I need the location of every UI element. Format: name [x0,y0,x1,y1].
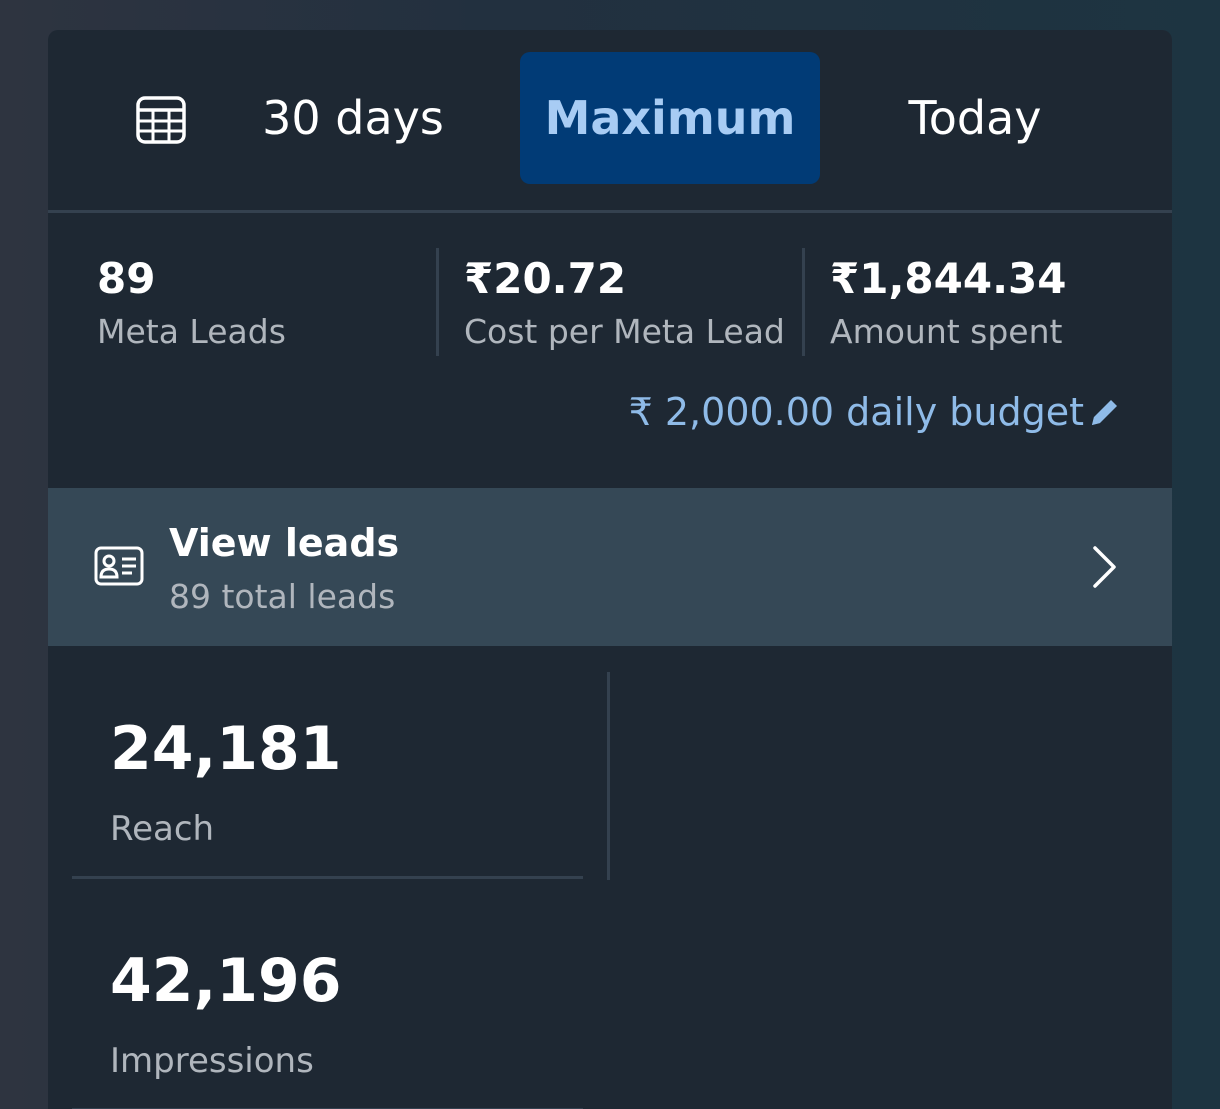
stat-label: Impressions [110,1041,314,1081]
date-range-selector: 30 days Maximum Today [48,30,1172,213]
total-leads-count: 89 total leads [169,577,396,616]
contact-card-icon [94,546,144,586]
daily-budget-link[interactable]: ₹ 2,000.00 daily budget [629,390,1122,434]
metric-label: Amount spent [830,312,1063,351]
metric-value: ₹20.72 [464,254,627,303]
metric-meta-leads: 89 Meta Leads [97,256,286,352]
stat-label: Reach [110,809,215,849]
stat-value: 24,181 [110,714,342,784]
metric-value: ₹1,844.34 [830,254,1067,303]
stat-impressions: 42,196 Impressions [72,902,583,1109]
metric-divider [802,248,805,356]
pencil-icon [1092,400,1117,425]
metric-label: Meta Leads [97,312,286,351]
calendar-icon[interactable] [136,96,186,144]
stat-reach: 24,181 Reach [72,670,583,879]
chevron-right-icon [1093,546,1116,588]
metric-divider [436,248,439,356]
view-leads-row[interactable]: View leads 89 total leads [48,488,1172,646]
view-leads-title: View leads [169,521,400,565]
insights-card: 30 days Maximum Today 89 Meta Leads ₹20.… [48,30,1172,1109]
range-option-today[interactable]: Today [868,52,1082,184]
metric-amount-spent: ₹1,844.34 Amount spent [830,256,1066,352]
range-option-30-days[interactable]: 30 days [238,52,468,184]
stat-value: 42,196 [110,946,342,1016]
metric-label: Cost per Meta Lead [464,312,785,351]
metric-value: 89 [97,254,156,303]
metric-cost-per-lead: ₹20.72 Cost per Meta Lead [464,256,785,352]
range-option-maximum[interactable]: Maximum [520,52,820,184]
stat-divider [607,672,610,880]
daily-budget-text: ₹ 2,000.00 daily budget [628,390,1084,434]
